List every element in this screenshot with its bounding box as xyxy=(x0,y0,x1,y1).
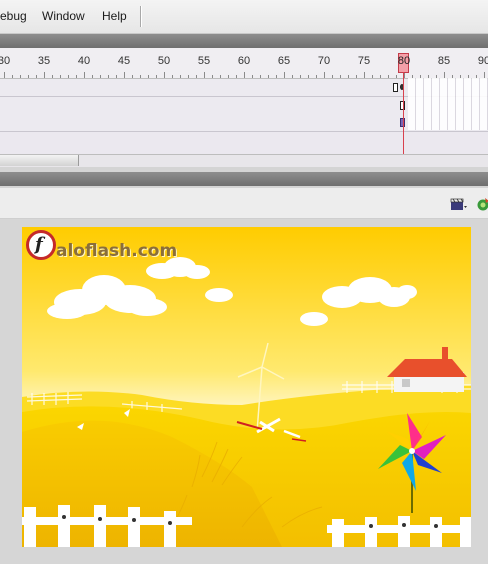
ruler-tick xyxy=(244,72,245,78)
ruler-tick xyxy=(292,75,293,78)
ruler-label: 40 xyxy=(77,55,91,67)
ruler-label: 65 xyxy=(277,55,291,67)
playhead-line xyxy=(403,72,404,154)
ruler-tick xyxy=(332,75,333,78)
ruler-tick xyxy=(220,75,221,78)
menu-help[interactable]: Help xyxy=(102,9,127,23)
keyframe-empty[interactable] xyxy=(393,83,398,92)
ruler-tick xyxy=(132,75,133,78)
ruler-tick xyxy=(324,72,325,78)
ruler-tick xyxy=(44,72,45,78)
ruler-tick xyxy=(180,75,181,78)
ruler-label: 75 xyxy=(357,55,371,67)
ruler-tick xyxy=(156,75,157,78)
ruler-tick xyxy=(36,75,37,78)
symbol-icon[interactable] xyxy=(474,196,488,212)
ruler-label: 30 xyxy=(0,55,11,67)
ruler-tick xyxy=(340,75,341,78)
ruler-tick xyxy=(268,75,269,78)
ruler-tick xyxy=(212,75,213,78)
ruler-tick xyxy=(28,75,29,78)
ruler-tick xyxy=(372,75,373,78)
ruler-tick xyxy=(300,75,301,78)
cloud xyxy=(300,312,328,326)
ruler-tick xyxy=(252,75,253,78)
ruler-tick xyxy=(276,75,277,78)
logo-letter: f xyxy=(35,234,43,255)
ruler-label: 90 xyxy=(477,55,488,67)
ruler-tick xyxy=(20,75,21,78)
menu-bar: ebug Window Help xyxy=(0,0,488,34)
ruler-tick xyxy=(140,75,141,78)
menu-separator xyxy=(140,6,141,27)
menu-debug[interactable]: ebug xyxy=(0,9,27,23)
ruler-tick xyxy=(260,75,261,78)
ruler-tick xyxy=(148,75,149,78)
timeline-horizontal-scrollbar[interactable] xyxy=(0,154,488,167)
ruler-tick xyxy=(188,75,189,78)
menu-window[interactable]: Window xyxy=(42,9,85,23)
ruler-tick xyxy=(124,72,125,78)
ruler-tick xyxy=(356,75,357,78)
ruler-label: 35 xyxy=(37,55,51,67)
timeline-ruler[interactable]: 30 35 40 45 50 55 60 65 70 75 80 85 90 xyxy=(0,48,488,79)
cloud xyxy=(205,288,233,302)
ruler-tick xyxy=(164,72,165,78)
ruler-tick xyxy=(316,75,317,78)
ruler-tick xyxy=(12,75,13,78)
ruler-label: 60 xyxy=(237,55,251,67)
ruler-tick xyxy=(100,75,101,78)
ruler-tick xyxy=(116,75,117,78)
stage-panel-header[interactable] xyxy=(0,172,488,186)
ruler-tick xyxy=(84,72,85,78)
stage-canvas[interactable]: f aloflash.com xyxy=(22,227,471,547)
aloflash-logo: f xyxy=(26,230,56,260)
ruler-tick xyxy=(380,75,381,78)
ruler-tick xyxy=(4,72,5,78)
timeline-panel-header[interactable] xyxy=(0,34,488,48)
watermark-text: aloflash.com xyxy=(56,241,178,261)
ruler-tick xyxy=(348,75,349,78)
ruler-tick xyxy=(92,75,93,78)
frame-cells[interactable] xyxy=(408,78,488,130)
ruler-label: 50 xyxy=(157,55,171,67)
scrollbar-thumb[interactable] xyxy=(0,155,79,166)
ruler-tick xyxy=(60,75,61,78)
ruler-tick xyxy=(308,75,309,78)
ruler-label-current: 80 xyxy=(397,55,411,67)
ruler-tick xyxy=(236,75,237,78)
ruler-tick xyxy=(172,75,173,78)
ruler-tick xyxy=(196,75,197,78)
ruler-tick xyxy=(68,75,69,78)
ruler-tick xyxy=(284,72,285,78)
ruler-tick xyxy=(364,72,365,78)
ruler-tick xyxy=(396,75,397,78)
clapperboard-icon[interactable] xyxy=(450,196,468,212)
ruler-label: 55 xyxy=(197,55,211,67)
ruler-tick xyxy=(52,75,53,78)
ruler-label: 45 xyxy=(117,55,131,67)
ruler-label: 85 xyxy=(437,55,451,67)
edit-bar xyxy=(0,188,488,219)
scene-artwork xyxy=(22,227,471,547)
ruler-tick xyxy=(388,75,389,78)
ruler-tick xyxy=(76,75,77,78)
ruler-label: 70 xyxy=(317,55,331,67)
ruler-tick xyxy=(204,72,205,78)
ruler-tick xyxy=(108,75,109,78)
ruler-tick xyxy=(228,75,229,78)
